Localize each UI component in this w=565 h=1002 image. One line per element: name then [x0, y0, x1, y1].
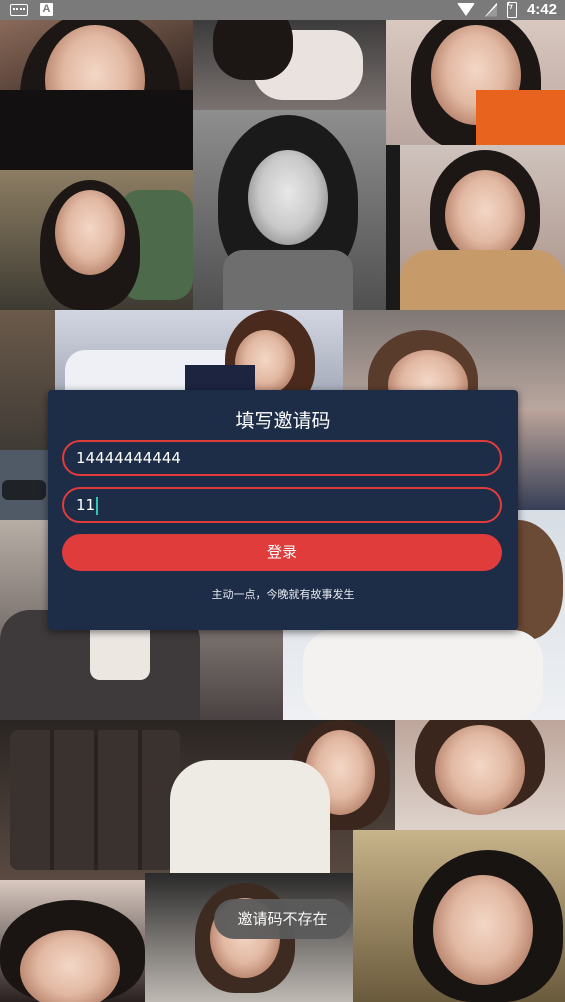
phone-input[interactable]: 14444444444 — [62, 440, 502, 476]
toast-message: 邀请码不存在 — [214, 899, 351, 939]
photo-tile — [193, 20, 386, 110]
battery-charging-icon — [506, 0, 517, 18]
dialog-tagline: 主动一点，今晚就有故事发生 — [211, 588, 355, 601]
dialog-title: 填写邀请码 — [235, 410, 331, 432]
a-icon: A — [40, 3, 53, 16]
photo-tile — [400, 145, 565, 310]
invite-code-input-value: 11 — [76, 496, 96, 514]
photo-tile — [0, 450, 48, 520]
status-bar: A 4:42 — [0, 0, 565, 20]
invite-code-input[interactable]: 11 — [62, 487, 502, 523]
photo-tile — [0, 880, 145, 1002]
photo-tile — [0, 20, 193, 170]
wifi-icon — [456, 3, 475, 16]
photo-tile — [0, 170, 193, 310]
no-signal-icon — [484, 2, 497, 17]
keyboard-icon — [10, 3, 28, 16]
login-button[interactable]: 登录 — [62, 534, 502, 571]
photo-tile — [386, 20, 565, 145]
photo-tile — [0, 720, 395, 880]
photo-tile — [395, 720, 565, 830]
text-cursor — [96, 496, 99, 515]
photo-tile — [353, 830, 565, 1002]
photo-tile — [518, 410, 565, 520]
invite-code-dialog: 填写邀请码 14444444444 11 登录 主动一点，今晚就有故事发生 — [48, 390, 518, 630]
status-time: 4:42 — [526, 1, 557, 18]
phone-input-value: 14444444444 — [76, 449, 181, 467]
photo-tile — [193, 110, 386, 310]
